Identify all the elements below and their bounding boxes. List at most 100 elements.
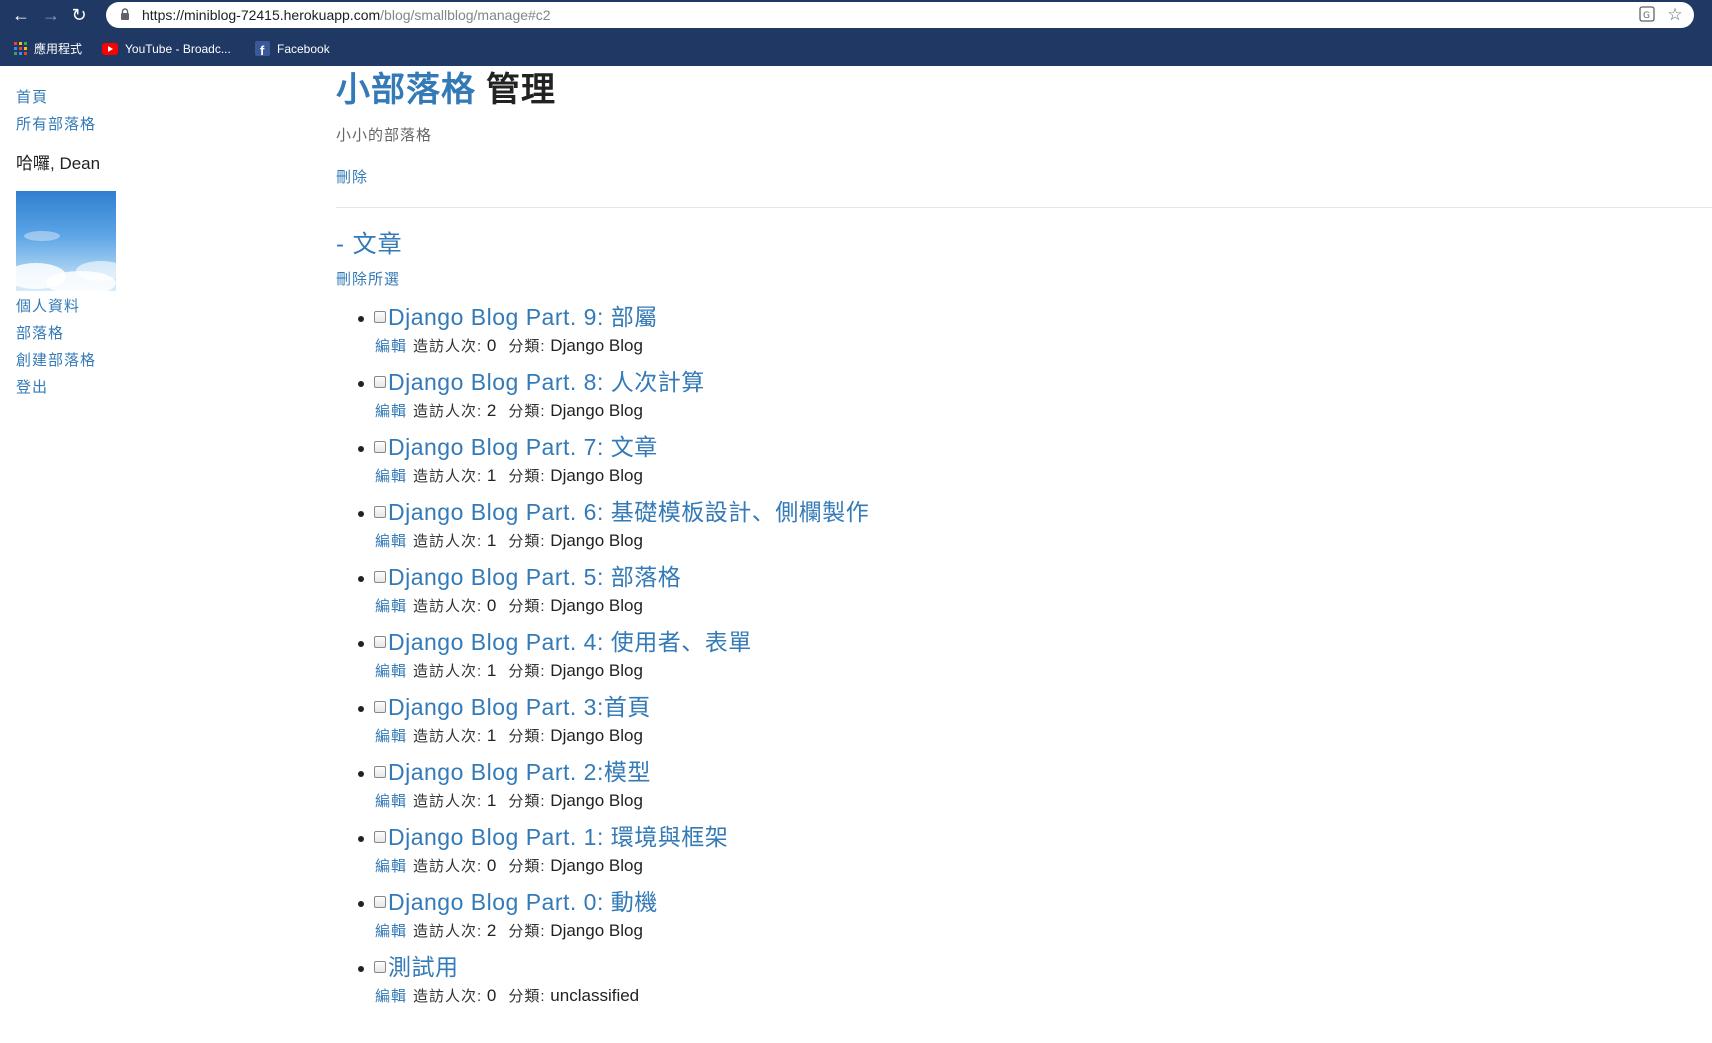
edit-post-link[interactable]: 編輯: [375, 598, 407, 615]
list-bullet: [358, 836, 364, 842]
views-label: 造訪人次:: [413, 468, 483, 485]
page-title: 小部落格 管理: [336, 68, 556, 112]
post-meta: 編輯 造訪人次: 1 分類: Django Blog: [375, 790, 643, 813]
views-count: 2: [486, 921, 497, 940]
bookmark-label: Facebook: [277, 41, 330, 56]
page-content: 首頁 所有部落格 哈囉, Dean 個人資料 部落格 創建部落格 登出 小部落格…: [0, 66, 1712, 1043]
nav-home-link[interactable]: 首頁: [16, 84, 316, 111]
edit-post-link[interactable]: 編輯: [375, 663, 407, 680]
post-meta: 編輯 造訪人次: 2 分類: Django Blog: [375, 920, 643, 943]
views-label: 造訪人次:: [413, 728, 483, 745]
post-select-checkbox[interactable]: [374, 961, 386, 973]
bookmark-youtube[interactable]: YouTube - Broadc...: [102, 39, 231, 57]
post-meta: 編輯 造訪人次: 0 分類: Django Blog: [375, 855, 643, 878]
facebook-icon: f: [255, 41, 270, 57]
list-bullet: [358, 381, 364, 387]
post-item: Django Blog Part. 8: 人次計算編輯 造訪人次: 2 分類: Dj…: [358, 367, 1558, 432]
edit-post-link[interactable]: 編輯: [375, 923, 407, 940]
category-value: Django Blog: [550, 336, 643, 355]
post-title-link[interactable]: Django Blog Part. 7: 文章: [388, 432, 658, 462]
post-select-checkbox[interactable]: [374, 376, 386, 388]
bookmark-star-icon[interactable]: ☆: [1666, 6, 1684, 24]
profile-link[interactable]: 個人資料: [16, 293, 316, 320]
list-bullet: [358, 576, 364, 582]
post-select-checkbox[interactable]: [374, 506, 386, 518]
edit-post-link[interactable]: 編輯: [375, 858, 407, 875]
edit-post-link[interactable]: 編輯: [375, 728, 407, 745]
post-select-checkbox[interactable]: [374, 766, 386, 778]
translate-icon[interactable]: G: [1638, 6, 1656, 24]
views-label: 造訪人次:: [413, 533, 483, 550]
back-arrow-icon[interactable]: ←: [10, 4, 32, 26]
divider: [336, 207, 1712, 208]
category-label: 分類:: [508, 663, 546, 680]
delete-selected-link[interactable]: 刪除所選: [336, 268, 400, 289]
post-title-link[interactable]: Django Blog Part. 9: 部屬: [388, 302, 658, 332]
address-bar[interactable]: https://miniblog-72415.herokuapp.com/blo…: [106, 2, 1694, 28]
bookmark-apps[interactable]: 應用程式: [14, 39, 82, 57]
post-meta: 編輯 造訪人次: 1 分類: Django Blog: [375, 465, 643, 488]
post-title-link[interactable]: Django Blog Part. 6: 基礎模板設計、側欄製作: [388, 497, 869, 527]
category-label: 分類:: [508, 923, 546, 940]
category-value: Django Blog: [550, 596, 643, 615]
delete-blog-link[interactable]: 刪除: [336, 166, 368, 187]
post-select-checkbox[interactable]: [374, 636, 386, 648]
logout-link[interactable]: 登出: [16, 374, 316, 401]
youtube-icon: [102, 42, 118, 55]
post-title-link[interactable]: Django Blog Part. 0: 動機: [388, 887, 658, 917]
views-count: 1: [486, 466, 497, 485]
post-title-link[interactable]: Django Blog Part. 5: 部落格: [388, 562, 681, 592]
edit-post-link[interactable]: 編輯: [375, 988, 407, 1005]
views-count: 1: [486, 726, 497, 745]
bookmark-label: 應用程式: [34, 41, 83, 56]
list-bullet: [358, 511, 364, 517]
post-item: Django Blog Part. 4: 使用者、表單 編輯 造訪人次: 1 分類: …: [358, 627, 1558, 692]
list-bullet: [358, 771, 364, 777]
category-value: Django Blog: [550, 466, 643, 485]
post-item: Django Blog Part. 1: 環境與框架編輯 造訪人次: 0 分類: D…: [358, 822, 1558, 887]
edit-post-link[interactable]: 編輯: [375, 533, 407, 550]
blog-name-link[interactable]: 小部落格: [336, 71, 476, 109]
post-title-link[interactable]: Django Blog Part. 2:模型: [388, 757, 651, 787]
url-host: https://miniblog-72415.herokuapp.com: [142, 7, 381, 23]
views-count: 0: [486, 856, 497, 875]
post-item: Django Blog Part. 7: 文章編輯 造訪人次: 1 分類: Djan…: [358, 432, 1558, 497]
list-bullet: [358, 641, 364, 647]
views-count: 0: [486, 336, 497, 355]
post-select-checkbox[interactable]: [374, 831, 386, 843]
reload-icon[interactable]: ↻: [68, 4, 90, 26]
post-title-link[interactable]: Django Blog Part. 4: 使用者、表單: [388, 627, 752, 657]
edit-post-link[interactable]: 編輯: [375, 338, 407, 355]
my-blogs-link[interactable]: 部落格: [16, 320, 316, 347]
list-bullet: [358, 966, 364, 972]
post-meta: 編輯 造訪人次: 2 分類: Django Blog: [375, 400, 643, 423]
create-blog-link[interactable]: 創建部落格: [16, 347, 316, 374]
views-count: 0: [486, 986, 497, 1005]
post-select-checkbox[interactable]: [374, 441, 386, 453]
post-meta: 編輯 造訪人次: 0 分類: Django Blog: [375, 595, 643, 618]
edit-post-link[interactable]: 編輯: [375, 468, 407, 485]
views-label: 造訪人次:: [413, 338, 483, 355]
nav-all-blogs-link[interactable]: 所有部落格: [16, 111, 316, 138]
post-title-link[interactable]: Django Blog Part. 1: 環境與框架: [388, 822, 728, 852]
bookmark-facebook[interactable]: f Facebook: [255, 39, 330, 57]
post-select-checkbox[interactable]: [374, 701, 386, 713]
category-label: 分類:: [508, 403, 546, 420]
svg-text:f: f: [260, 43, 265, 56]
post-select-checkbox[interactable]: [374, 571, 386, 583]
list-bullet: [358, 706, 364, 712]
forward-arrow-icon[interactable]: →: [40, 4, 62, 26]
list-bullet: [358, 316, 364, 322]
post-title-link[interactable]: Django Blog Part. 3:首頁: [388, 692, 651, 722]
post-title-link[interactable]: Django Blog Part. 8: 人次計算: [388, 367, 705, 397]
post-meta: 編輯 造訪人次: 1 分類: Django Blog: [375, 660, 643, 683]
edit-post-link[interactable]: 編輯: [375, 403, 407, 420]
post-title-link[interactable]: 測試用: [388, 952, 459, 982]
articles-section-toggle[interactable]: - 文章: [336, 224, 403, 259]
views-count: 1: [486, 661, 497, 680]
sidebar: 首頁 所有部落格 哈囉, Dean 個人資料 部落格 創建部落格 登出: [16, 84, 316, 401]
post-select-checkbox[interactable]: [374, 896, 386, 908]
edit-post-link[interactable]: 編輯: [375, 793, 407, 810]
views-count: 1: [486, 531, 497, 550]
post-select-checkbox[interactable]: [374, 311, 386, 323]
